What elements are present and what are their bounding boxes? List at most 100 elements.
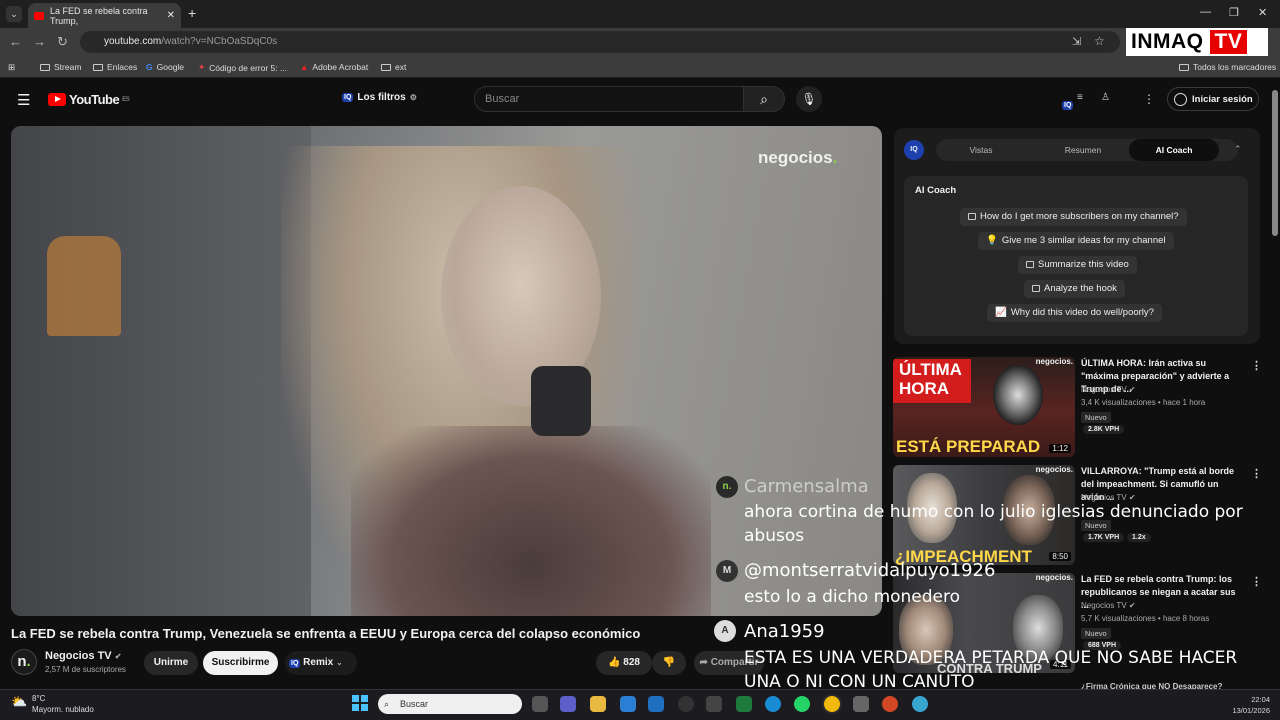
excel-icon[interactable] bbox=[736, 696, 752, 712]
channel-avatar[interactable]: n. bbox=[11, 649, 37, 675]
filters-button[interactable]: IQ Los filtros ⚙ bbox=[342, 92, 417, 103]
tab-ai-coach[interactable]: AI Coach bbox=[1129, 139, 1219, 161]
forward-icon[interactable]: → bbox=[33, 34, 46, 49]
new-tab-icon[interactable]: + bbox=[188, 5, 196, 21]
close-tab-icon[interactable]: ✕ bbox=[167, 10, 175, 21]
comment-author: @montserratvidalpuyo1926 bbox=[744, 560, 996, 581]
subscribe-button[interactable]: Suscribirme bbox=[203, 651, 278, 675]
sign-in-button[interactable]: Iniciar sesión bbox=[1167, 87, 1259, 111]
scrollbar[interactable] bbox=[1272, 90, 1278, 236]
apps-icon[interactable]: ⊞ bbox=[8, 62, 15, 73]
clock-time: 22:04 bbox=[1251, 695, 1270, 704]
question-summarize[interactable]: Summarize this video bbox=[1018, 256, 1137, 274]
browser-tab[interactable]: La FED se rebela contra Trump, ✕ bbox=[28, 3, 181, 28]
channel-name-text: Negocios TV bbox=[45, 650, 112, 662]
tab-title: La FED se rebela contra Trump, bbox=[50, 5, 148, 26]
verified-icon: ✔ bbox=[1128, 385, 1136, 394]
windows-start-icon[interactable] bbox=[352, 695, 368, 711]
weather-condition: Mayorm. nublado bbox=[32, 705, 94, 714]
bookmark-label: Google bbox=[156, 62, 185, 72]
close-window-icon[interactable]: ✕ bbox=[1258, 6, 1267, 19]
search-button[interactable]: ⌕ bbox=[743, 86, 785, 112]
search-icon: ⌕ bbox=[384, 699, 390, 709]
like-button[interactable]: 👍 828 bbox=[596, 651, 652, 675]
collapse-icon[interactable]: ⌃ bbox=[1234, 144, 1242, 155]
powerpoint-icon[interactable] bbox=[882, 696, 898, 712]
bookmarks-bar: ⊞ Stream Enlaces G Google ✦ Código de erro… bbox=[0, 56, 1280, 78]
tab-vistas[interactable]: Vistas bbox=[936, 139, 1026, 161]
iq-toolbar-icon[interactable]: IQ bbox=[1062, 94, 1074, 112]
app-icon[interactable] bbox=[912, 696, 928, 712]
question-ideas[interactable]: 💡 Give me 3 similar ideas for my channel bbox=[978, 232, 1174, 250]
recommended-meta: 3,4 K visualizaciones • hace 1 hora bbox=[1081, 398, 1206, 407]
dislike-button[interactable]: 👎 bbox=[652, 651, 686, 675]
logo-region: ES bbox=[122, 96, 130, 103]
install-app-icon[interactable]: ⇲ bbox=[1072, 35, 1081, 48]
whatsapp-icon[interactable] bbox=[794, 696, 810, 712]
edge-icon[interactable] bbox=[765, 696, 781, 712]
back-icon[interactable]: ← bbox=[9, 34, 22, 49]
bookmark-label: Stream bbox=[54, 62, 82, 72]
new-badge: Nuevo bbox=[1081, 412, 1111, 423]
bookmark-ext[interactable]: ext bbox=[381, 62, 406, 72]
youtube-logo[interactable]: YouTube ES bbox=[48, 92, 130, 107]
store-icon[interactable] bbox=[620, 696, 636, 712]
thumbs-down-icon: 👎 bbox=[662, 657, 676, 668]
outlook-icon[interactable] bbox=[648, 696, 664, 712]
system-clock[interactable]: 22:04 13/01/2026 bbox=[1222, 694, 1270, 716]
lightbulb-icon: 💡 bbox=[986, 235, 998, 246]
weather-widget[interactable]: 8°C Mayorm. nublado bbox=[12, 693, 94, 715]
tab-resumen[interactable]: Resumen bbox=[1031, 139, 1135, 161]
file-explorer-icon[interactable] bbox=[590, 696, 606, 712]
url-field[interactable]: youtube.com/watch?v=NCbOaSDqC0s bbox=[80, 31, 1120, 53]
google-icon: G bbox=[146, 62, 153, 72]
search-icon: ⌕ bbox=[760, 91, 768, 107]
recommended-video[interactable]: ÚLTIMA HORA ESTÁ PREPARAD negocios. 1:12… bbox=[893, 357, 1263, 457]
recommended-channel[interactable]: Negocios TV ✔ bbox=[1081, 385, 1136, 394]
bookmark-star-icon[interactable]: ☆ bbox=[1094, 34, 1105, 48]
bookmark-enlaces[interactable]: Enlaces bbox=[93, 62, 137, 72]
acrobat-icon: ▲ bbox=[300, 62, 309, 72]
comment-author: Carmensalma bbox=[744, 476, 869, 497]
voice-search-button[interactable]: 🎙 bbox=[796, 86, 822, 112]
all-bookmarks[interactable]: Todos los marcadores bbox=[1179, 62, 1276, 72]
minimize-icon[interactable]: — bbox=[1200, 6, 1211, 18]
question-subscribers[interactable]: How do I get more subscribers on my chan… bbox=[960, 208, 1187, 226]
video-thumbnail[interactable]: ÚLTIMA HORA ESTÁ PREPARAD negocios. 1:12 bbox=[893, 357, 1075, 457]
taskbar-search[interactable]: ⌕ Buscar bbox=[378, 694, 522, 714]
bookmark-adobe[interactable]: ▲ Adobe Acrobat bbox=[300, 62, 368, 72]
question-performance[interactable]: 📈 Why did this video do well/poorly? bbox=[987, 304, 1162, 322]
logo-tv-text: TV bbox=[1209, 30, 1248, 54]
windows-taskbar bbox=[0, 689, 1280, 720]
reload-icon[interactable]: ↻ bbox=[57, 34, 68, 50]
thumb-text-bottom: ESTÁ PREPARAD bbox=[896, 437, 1041, 456]
bookmark-error-code[interactable]: ✦ Código de error 5: ... bbox=[198, 62, 287, 73]
thumb-portrait bbox=[993, 365, 1043, 425]
settings-icon[interactable] bbox=[706, 696, 722, 712]
more-options-icon[interactable]: ⋮ bbox=[1143, 92, 1155, 106]
restore-icon[interactable]: ❐ bbox=[1229, 6, 1239, 19]
remix-button[interactable]: IQ Remix ⌄ bbox=[285, 651, 357, 675]
bookmark-google[interactable]: G Google bbox=[146, 62, 184, 72]
app-icon[interactable] bbox=[853, 696, 869, 712]
thumb-brand: negocios. bbox=[1035, 357, 1073, 366]
task-view-icon[interactable] bbox=[532, 696, 548, 712]
chrome-icon[interactable] bbox=[824, 696, 840, 712]
teams-icon[interactable] bbox=[560, 696, 576, 712]
list-icon[interactable]: ≡ bbox=[1077, 92, 1083, 103]
question-hook[interactable]: Analyze the hook bbox=[1024, 280, 1125, 298]
video-title: La FED se rebela contra Trump, Venezuela… bbox=[11, 626, 641, 641]
menu-icon[interactable]: ☰ bbox=[17, 91, 30, 109]
join-button[interactable]: Unirme bbox=[144, 651, 198, 675]
folder-icon bbox=[93, 63, 103, 71]
ai-coach-heading: AI Coach bbox=[915, 185, 957, 196]
channel-name[interactable]: Negocios TV ✔ bbox=[45, 650, 121, 662]
tab-search-icon[interactable]: ⌄ bbox=[6, 6, 22, 22]
search-input[interactable]: Buscar bbox=[474, 86, 744, 112]
verified-icon: ✔ bbox=[114, 652, 122, 661]
bookmark-stream[interactable]: Stream bbox=[40, 62, 81, 72]
question-label: Give me 3 similar ideas for my channel bbox=[1001, 235, 1166, 246]
app-icon[interactable] bbox=[678, 696, 694, 712]
more-options-icon[interactable]: ⋮ bbox=[1251, 359, 1262, 372]
award-icon[interactable]: ♙ bbox=[1101, 92, 1110, 103]
